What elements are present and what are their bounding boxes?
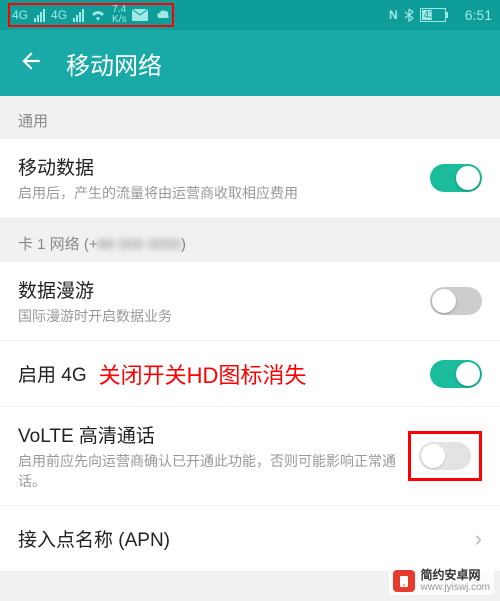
- page-title: 移动网络: [66, 46, 162, 81]
- volte-title: VoLTE 高清通话: [18, 421, 408, 448]
- status-bar: 4G 4G 7.4 K/s N 43 6:51: [0, 0, 500, 30]
- app-bar: 移动网络: [0, 30, 500, 96]
- volte-sub: 启用前应先向运营商确认已开通此功能，否则可能影响正常通话。: [18, 452, 408, 491]
- mobile-data-title: 移动数据: [18, 153, 430, 180]
- phone-number-blurred: 86 000 0000: [98, 236, 181, 253]
- status-right: N 43 6:51: [389, 7, 492, 23]
- enable-4g-title: 启用 4G: [18, 360, 87, 387]
- nfc-icon: N: [389, 8, 398, 22]
- wifi-icon: [90, 9, 106, 21]
- section-card1-header: 卡 1 网络 (+86 000 0000): [0, 219, 500, 262]
- enable-4g-toggle[interactable]: [430, 360, 482, 388]
- network-type-2: 4G: [51, 8, 67, 22]
- row-enable-4g[interactable]: 启用 4G 关闭开关HD图标消失: [0, 341, 500, 407]
- signal-icon-2: [73, 8, 84, 22]
- row-volte[interactable]: VoLTE 高清通话 启用前应先向运营商确认已开通此功能，否则可能影响正常通话。: [0, 407, 500, 506]
- bluetooth-icon: [404, 8, 414, 22]
- signal-icon-1: [34, 8, 45, 22]
- chevron-right-icon: ›: [475, 526, 482, 552]
- annotation-box: [408, 431, 482, 481]
- weather-icon: [154, 7, 170, 24]
- roaming-sub: 国际漫游时开启数据业务: [18, 307, 430, 327]
- volte-toggle[interactable]: [419, 442, 471, 470]
- annotation-text: 关闭开关HD图标消失: [99, 358, 307, 390]
- network-speed: 7.4 K/s: [112, 5, 126, 25]
- row-mobile-data[interactable]: 移动数据 启用后，产生的流量将由运营商收取相应费用: [0, 139, 500, 219]
- row-apn[interactable]: 接入点名称 (APN) ›: [0, 506, 500, 572]
- watermark-url: www.jyiswj.com: [421, 582, 490, 593]
- network-type-1: 4G: [12, 8, 28, 22]
- apn-title: 接入点名称 (APN): [18, 525, 467, 552]
- row-data-roaming[interactable]: 数据漫游 国际漫游时开启数据业务: [0, 262, 500, 342]
- section-general-header: 通用: [0, 96, 500, 139]
- roaming-title: 数据漫游: [18, 276, 430, 303]
- status-left: 4G 4G 7.4 K/s: [8, 3, 174, 27]
- watermark-logo-icon: [393, 570, 415, 592]
- back-icon[interactable]: [18, 48, 44, 79]
- roaming-toggle[interactable]: [430, 287, 482, 315]
- watermark: 简约安卓网 www.jyiswj.com: [389, 567, 494, 595]
- mail-icon: [132, 9, 148, 21]
- battery-icon: 43: [420, 8, 459, 22]
- mobile-data-toggle[interactable]: [430, 164, 482, 192]
- watermark-name: 简约安卓网: [421, 569, 490, 582]
- mobile-data-sub: 启用后，产生的流量将由运营商收取相应费用: [18, 184, 430, 204]
- status-time: 6:51: [465, 7, 492, 23]
